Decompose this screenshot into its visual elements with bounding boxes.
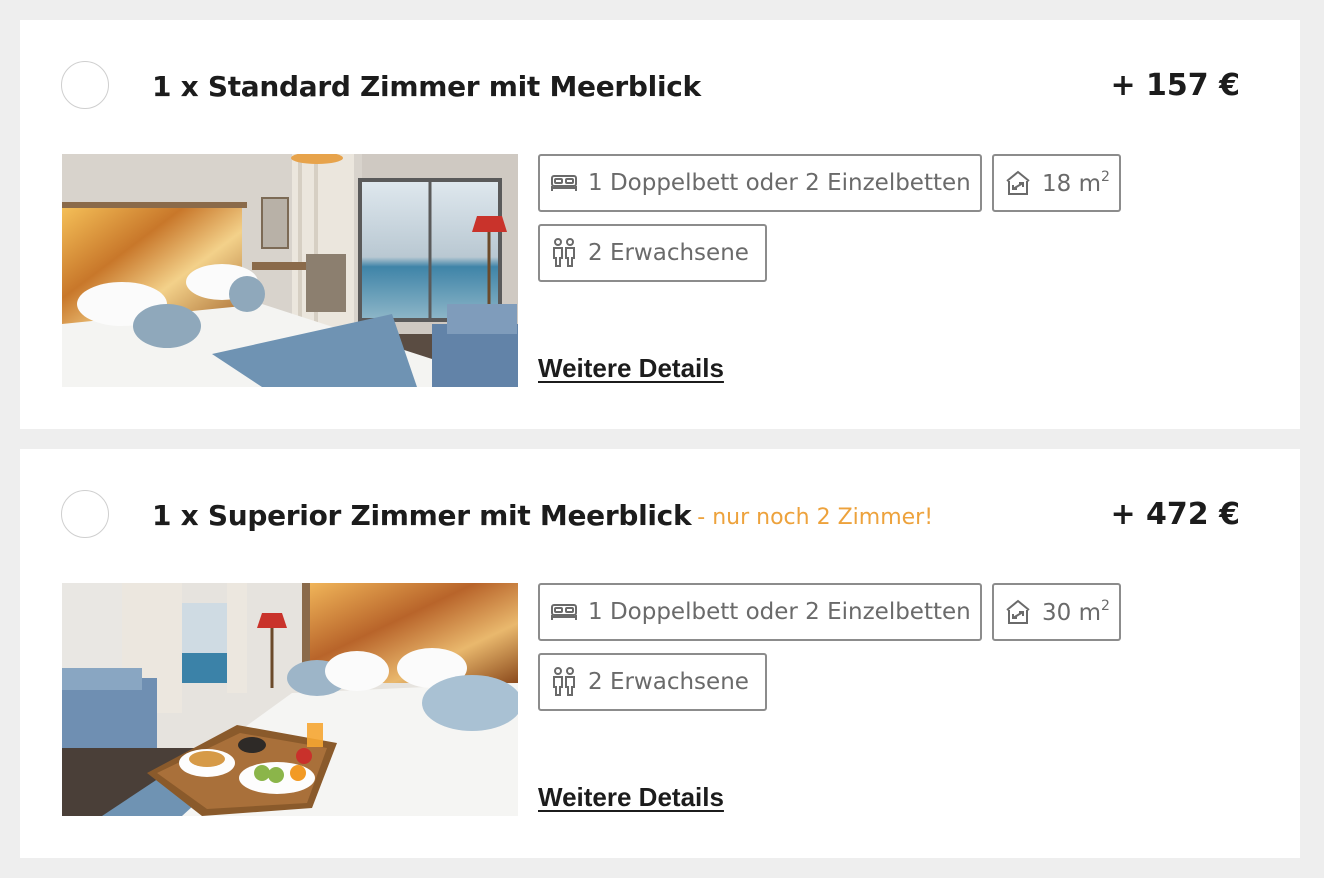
room-select-radio[interactable] — [61, 61, 109, 109]
room-size-icon — [1004, 169, 1032, 197]
room-title: 1 x Superior Zimmer mit Meerblick — [152, 498, 692, 532]
room-title-row: 1 x Standard Zimmer mit Meerblick — [152, 64, 707, 108]
room-title-row: 1 x Superior Zimmer mit Meerblick - nur … — [152, 493, 933, 537]
room-size-label: 30 m2 — [1042, 598, 1110, 626]
room-title: 1 x Standard Zimmer mit Meerblick — [152, 69, 701, 103]
room-size-label: 18 m2 — [1042, 169, 1110, 197]
room-card-standard: 1 x Standard Zimmer mit Meerblick + 157 … — [20, 20, 1300, 429]
bed-icon — [550, 601, 578, 623]
persons-icon — [550, 238, 578, 268]
bed-info-label: 1 Doppelbett oder 2 Einzelbetten — [588, 170, 971, 196]
more-details-link[interactable]: Weitere Details — [538, 353, 724, 384]
bed-icon — [550, 172, 578, 194]
bed-info-chip: 1 Doppelbett oder 2 Einzelbetten — [538, 154, 982, 212]
occupancy-label: 2 Erwachsene — [588, 669, 749, 695]
room-select-radio[interactable] — [61, 490, 109, 538]
room-price: + 472 € — [1110, 497, 1240, 532]
room-photo[interactable] — [62, 154, 518, 387]
room-size-icon — [1004, 598, 1032, 626]
occupancy-label: 2 Erwachsene — [588, 240, 749, 266]
room-size-chip: 18 m2 — [992, 154, 1121, 212]
more-details-link[interactable]: Weitere Details — [538, 782, 724, 813]
room-card-superior: 1 x Superior Zimmer mit Meerblick - nur … — [20, 449, 1300, 858]
room-price: + 157 € — [1110, 68, 1240, 103]
occupancy-chip: 2 Erwachsene — [538, 224, 767, 282]
occupancy-chip: 2 Erwachsene — [538, 653, 767, 711]
availability-note: - nur noch 2 Zimmer! — [697, 504, 934, 530]
bed-info-chip: 1 Doppelbett oder 2 Einzelbetten — [538, 583, 982, 641]
room-photo[interactable] — [62, 583, 518, 816]
persons-icon — [550, 667, 578, 697]
room-size-chip: 30 m2 — [992, 583, 1121, 641]
bed-info-label: 1 Doppelbett oder 2 Einzelbetten — [588, 599, 971, 625]
